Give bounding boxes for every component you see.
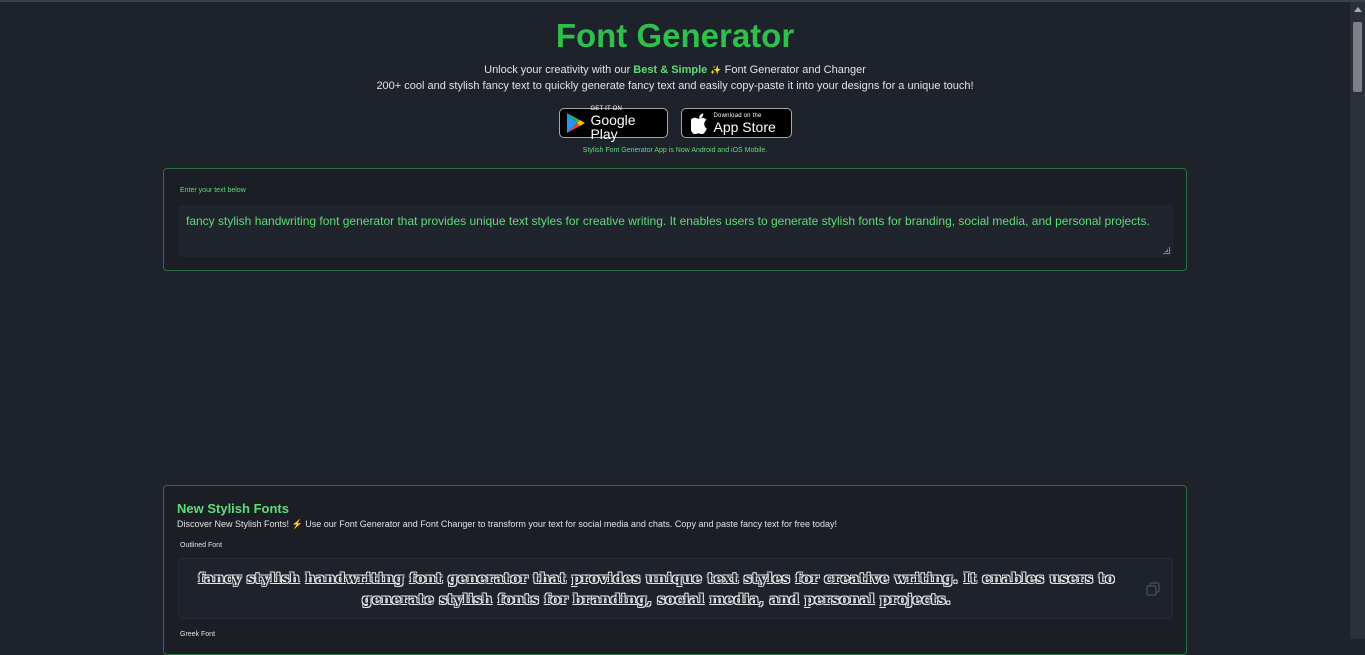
font-result-box[interactable]: fancy stylish handwriting font generator… xyxy=(178,558,1173,619)
google-play-button[interactable]: GET IT ON Google Play xyxy=(558,105,668,142)
play-store-icon xyxy=(566,113,585,133)
sparkle-icon: ✨ xyxy=(710,65,722,75)
intro-highlight: Best & Simple xyxy=(633,64,708,76)
scroll-up-icon[interactable] xyxy=(1354,7,1362,12)
section-title: New Stylish Fonts xyxy=(177,501,289,516)
page-header: Font Generator Unlock your creativity wi… xyxy=(0,14,1350,93)
page-title: Font Generator xyxy=(555,17,795,54)
text-input[interactable]: fancy stylish handwriting font generator… xyxy=(178,205,1173,257)
font-style-label: Outlined Font xyxy=(180,542,223,549)
google-play-label: Google Play xyxy=(590,111,636,142)
section-description-text: Discover New Stylish Fonts! xyxy=(177,519,292,529)
input-label: Enter your text below xyxy=(180,187,246,194)
apple-icon xyxy=(690,113,707,134)
resize-handle[interactable] xyxy=(1163,247,1170,254)
app-store-label: App Store xyxy=(713,118,776,135)
font-sample-text: fancy stylish handwriting font generator… xyxy=(198,571,1115,608)
intro-text: Unlock your creativity with our xyxy=(484,64,634,76)
intro-text-end: Font Generator and Changer xyxy=(721,64,866,76)
copy-icon[interactable] xyxy=(1146,582,1160,596)
section-description: Discover New Stylish Fonts! ⚡ Use our Fo… xyxy=(177,519,837,530)
lightning-icon: ⚡ xyxy=(291,519,303,529)
intro-line: Unlock your creativity with our Best & S… xyxy=(0,63,1350,77)
app-store-buttons: GET IT ON Google Play Download on the Ap… xyxy=(0,105,1350,142)
app-availability-note: Stylish Font Generator App is Now Androi… xyxy=(582,147,768,154)
text-input-card: Enter your text below fancy stylish hand… xyxy=(163,168,1187,271)
intro-description: 200+ cool and stylish fancy text to quic… xyxy=(376,80,974,92)
google-play-small-text: GET IT ON xyxy=(590,105,623,112)
scrollbar-thumb[interactable] xyxy=(1353,22,1362,92)
top-border xyxy=(0,0,1365,2)
text-input-value: fancy stylish handwriting font generator… xyxy=(186,214,1150,228)
font-style-label: Greek Font xyxy=(180,631,216,638)
app-store-button[interactable]: Download on the App Store xyxy=(680,108,792,138)
app-store-small-text: Download on the xyxy=(713,112,762,119)
section-description-text-end: Use our Font Generator and Font Changer … xyxy=(302,519,838,529)
scrollbar[interactable] xyxy=(1350,2,1365,639)
new-stylish-fonts-card: New Stylish Fonts Discover New Stylish F… xyxy=(163,485,1187,655)
